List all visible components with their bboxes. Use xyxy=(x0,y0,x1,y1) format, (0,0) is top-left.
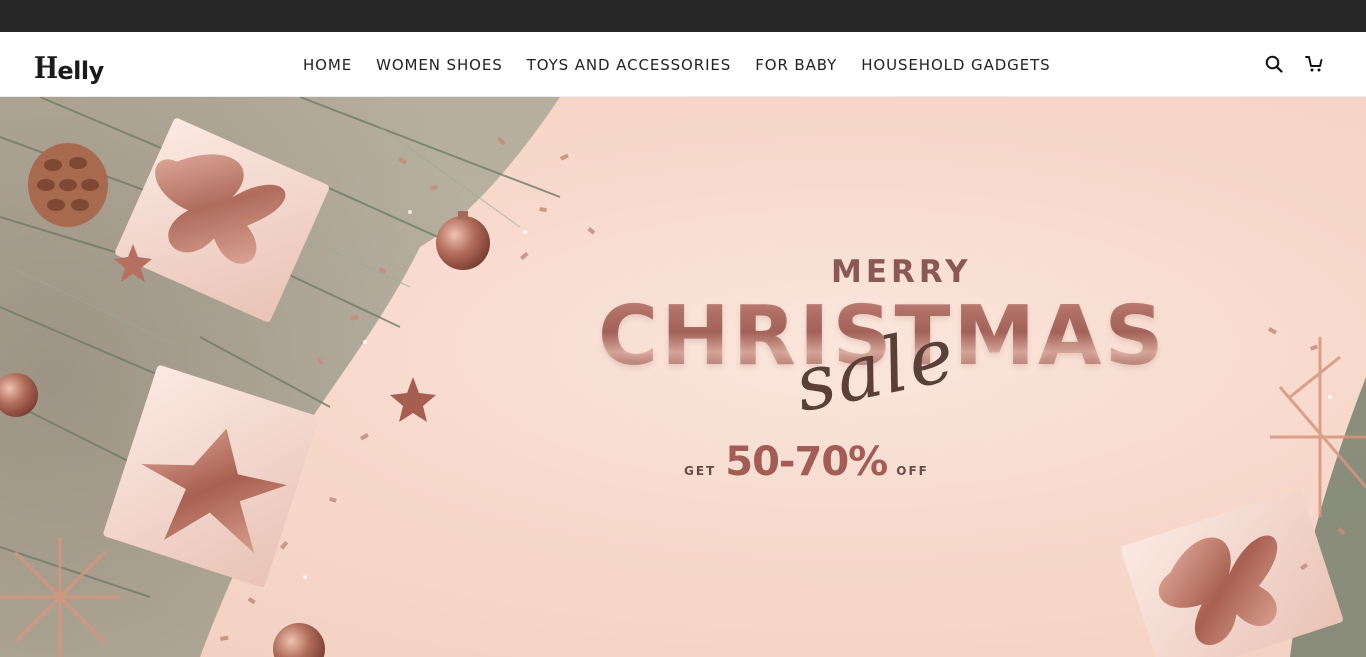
logo-text: elly xyxy=(57,57,104,85)
promo-merry-text: MERRY xyxy=(831,254,972,290)
offer-value: 50-70% xyxy=(725,439,888,485)
hero-banner[interactable]: MERRY CHRISTMAS sale GET 50-70% OFF xyxy=(0,97,1366,657)
offer-prefix: GET xyxy=(684,464,717,478)
nav-item-household-gadgets[interactable]: HOUSEHOLD GADGETS xyxy=(861,56,1050,74)
nav-item-toys-and-accessories[interactable]: TOYS AND ACCESSORIES xyxy=(527,56,732,74)
cart-icon[interactable] xyxy=(1304,54,1324,74)
site-header: H elly HOME WOMEN SHOES TOYS AND ACCESSO… xyxy=(0,32,1366,97)
search-icon[interactable] xyxy=(1264,54,1284,74)
promo-offer: GET 50-70% OFF xyxy=(684,439,929,485)
brand-logo[interactable]: H elly xyxy=(34,42,104,86)
top-announcement-bar xyxy=(0,0,1366,32)
offer-suffix: OFF xyxy=(896,464,929,478)
logo-mark: H xyxy=(34,51,58,86)
main-nav: HOME WOMEN SHOES TOYS AND ACCESSORIES FO… xyxy=(303,32,1051,97)
nav-item-for-baby[interactable]: FOR BABY xyxy=(755,56,837,74)
header-actions xyxy=(1264,54,1324,74)
nav-item-home[interactable]: HOME xyxy=(303,56,352,74)
nav-item-women-shoes[interactable]: WOMEN SHOES xyxy=(376,56,503,74)
promo-content: MERRY CHRISTMAS sale GET 50-70% OFF xyxy=(0,97,1366,657)
